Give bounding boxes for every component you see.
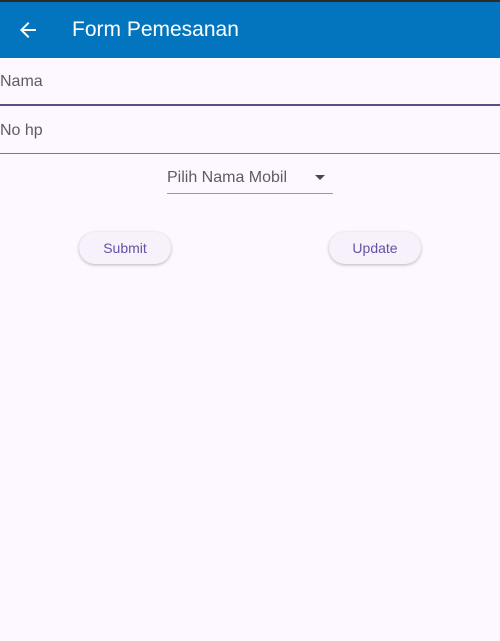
update-button[interactable]: Update (329, 232, 421, 264)
app-bar: Form Pemesanan (0, 2, 500, 58)
form-screen: Form Pemesanan Pilih Nama Mobil Submit U… (0, 0, 500, 641)
arrow-left-icon (18, 20, 38, 40)
nama-input[interactable] (0, 58, 500, 104)
nama-field-container (0, 58, 500, 106)
back-button[interactable] (12, 10, 44, 50)
nohp-input[interactable] (0, 106, 500, 153)
page-title: Form Pemesanan (72, 18, 239, 41)
dropdown-arrow-icon (315, 175, 325, 180)
mobil-dropdown[interactable]: Pilih Nama Mobil (167, 160, 333, 194)
nohp-field-container (0, 106, 500, 154)
submit-button[interactable]: Submit (79, 232, 171, 264)
mobil-dropdown-label: Pilih Nama Mobil (167, 169, 288, 186)
